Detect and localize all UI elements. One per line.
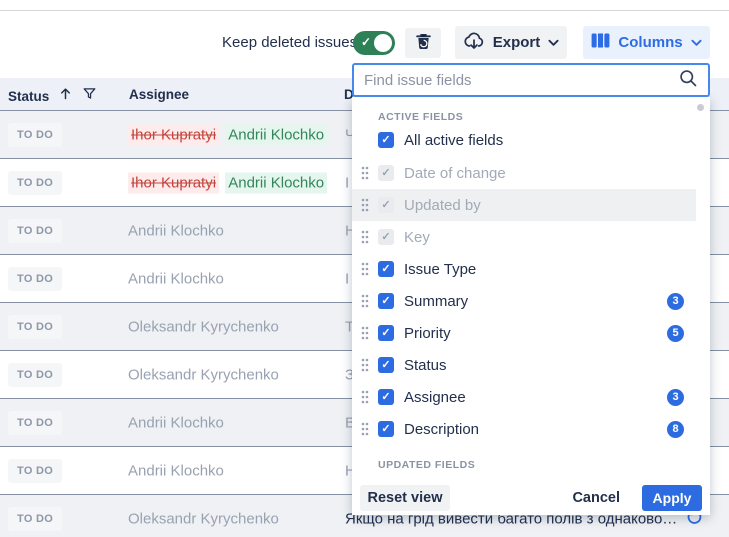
scrollbar-thumb[interactable] [697, 104, 704, 111]
columns-button[interactable]: Columns [583, 26, 710, 59]
field-count-badge: 3 [667, 389, 684, 406]
columns-dropdown-panel: ACTIVE FIELDS All active fields Date of … [352, 97, 710, 515]
drag-handle-icon[interactable] [361, 422, 369, 441]
field-row-date-of-change[interactable]: Date of change [352, 157, 710, 189]
field-count-badge: 8 [667, 421, 684, 438]
dropdown-footer: Reset view Cancel Apply [352, 485, 710, 511]
status-badge: TO DO [8, 363, 62, 387]
assignee-cell: Oleksandr Kyrychenko [128, 511, 279, 528]
assignee-new-value: Andrii Klochko [225, 124, 327, 145]
field-label: Date of change [404, 165, 506, 182]
status-badge: TO DO [8, 507, 62, 531]
cancel-button[interactable]: Cancel [572, 490, 620, 506]
field-label: Priority [404, 325, 451, 342]
assignee-cell: Andrii Klochko [128, 270, 224, 287]
truncated-cell-text: І [345, 270, 349, 287]
chevron-down-icon [548, 34, 559, 51]
field-label: Summary [404, 293, 468, 310]
updated-fields-section-label: UPDATED FIELDS [378, 459, 710, 471]
field-label: Updated by [404, 197, 481, 214]
assignee-column-header[interactable]: Assignee [129, 87, 189, 102]
checkbox-checked-icon[interactable] [378, 325, 394, 341]
assignee-change-cell: Ihor Kupratyi Andrii Klochko [128, 126, 327, 143]
status-badge: TO DO [8, 123, 62, 147]
all-active-fields-row[interactable]: All active fields [352, 123, 710, 157]
checkbox-disabled-icon [378, 229, 394, 245]
active-fields-section-label: ACTIVE FIELDS [378, 111, 710, 123]
checkbox-disabled-icon [378, 165, 394, 181]
assignee-cell: Andrii Klochko [128, 414, 224, 431]
checkbox-checked-icon[interactable] [378, 357, 394, 373]
drag-handle-icon[interactable] [361, 358, 369, 377]
columns-icon [591, 33, 610, 52]
toggle-check-icon: ✓ [361, 35, 371, 49]
chevron-down-icon [691, 34, 702, 51]
checkbox-checked-icon[interactable] [378, 293, 394, 309]
export-label: Export [493, 34, 541, 51]
checkbox-checked-icon[interactable] [378, 421, 394, 437]
drag-handle-icon[interactable] [361, 230, 369, 249]
assignee-cell: Andrii Klochko [128, 462, 224, 479]
checkbox-disabled-icon [378, 197, 394, 213]
field-row-updated-by[interactable]: Updated by [352, 189, 710, 221]
status-badge: TO DO [8, 267, 62, 291]
field-row-key[interactable]: Key [352, 221, 710, 253]
keep-deleted-toggle[interactable]: ✓ [353, 31, 395, 55]
field-row-description[interactable]: Description 8 [352, 413, 710, 445]
field-row-priority[interactable]: Priority 5 [352, 317, 710, 349]
keep-deleted-label: Keep deleted issues [222, 34, 357, 51]
status-badge: TO DO [8, 171, 62, 195]
truncated-cell-text: І [345, 174, 349, 191]
export-button[interactable]: Export [455, 26, 567, 59]
field-search-input[interactable] [364, 72, 678, 89]
status-badge: TO DO [8, 315, 62, 339]
status-badge: TO DO [8, 459, 62, 483]
drag-handle-icon[interactable] [361, 390, 369, 409]
cloud-download-icon [463, 31, 485, 55]
field-label: Description [404, 421, 479, 438]
field-row-issue-type[interactable]: Issue Type [352, 253, 710, 285]
drag-handle-icon[interactable] [361, 326, 369, 345]
field-row-summary[interactable]: Summary 3 [352, 285, 710, 317]
search-icon [678, 68, 698, 93]
drag-handle-icon[interactable] [361, 166, 369, 185]
assignee-cell: Oleksandr Kyrychenko [128, 318, 279, 335]
field-label: Issue Type [404, 261, 476, 278]
assignee-change-cell: Ihor Kupratyi Andrii Klochko [128, 174, 327, 191]
status-badge: TO DO [8, 219, 62, 243]
columns-label: Columns [618, 34, 682, 51]
trash-icon [414, 32, 433, 54]
field-label: Assignee [404, 389, 466, 406]
field-label: Key [404, 229, 430, 246]
top-divider [0, 10, 729, 11]
apply-button[interactable]: Apply [642, 485, 702, 511]
field-search-box [352, 63, 710, 97]
status-badge: TO DO [8, 411, 62, 435]
field-label: Status [404, 357, 447, 374]
assignee-old-value: Ihor Kupratyi [128, 172, 219, 193]
drag-handle-icon[interactable] [361, 262, 369, 281]
drag-handle-icon[interactable] [361, 294, 369, 313]
assignee-cell: Andrii Klochko [128, 222, 224, 239]
assignee-new-value: Andrii Klochko [225, 172, 327, 193]
field-row-status[interactable]: Status [352, 349, 710, 381]
status-column-header[interactable]: Status [8, 89, 49, 104]
checkbox-checked-icon[interactable] [378, 389, 394, 405]
restore-trash-button[interactable] [405, 28, 441, 58]
assignee-old-value: Ihor Kupratyi [128, 124, 219, 145]
field-row-assignee[interactable]: Assignee 3 [352, 381, 710, 413]
all-active-fields-label: All active fields [404, 132, 503, 149]
issue-grid-screen: Keep deleted issues ✓ Export [0, 0, 729, 537]
checkbox-checked-icon[interactable] [378, 132, 394, 148]
filter-funnel-icon[interactable] [82, 86, 97, 106]
toggle-knob [374, 34, 392, 52]
reset-view-button[interactable]: Reset view [360, 485, 450, 511]
assignee-cell: Oleksandr Kyrychenko [128, 366, 279, 383]
field-count-badge: 5 [667, 325, 684, 342]
drag-handle-icon[interactable] [361, 198, 369, 217]
checkbox-checked-icon[interactable] [378, 261, 394, 277]
sort-ascending-icon[interactable] [58, 86, 73, 106]
field-count-badge: 3 [667, 293, 684, 310]
